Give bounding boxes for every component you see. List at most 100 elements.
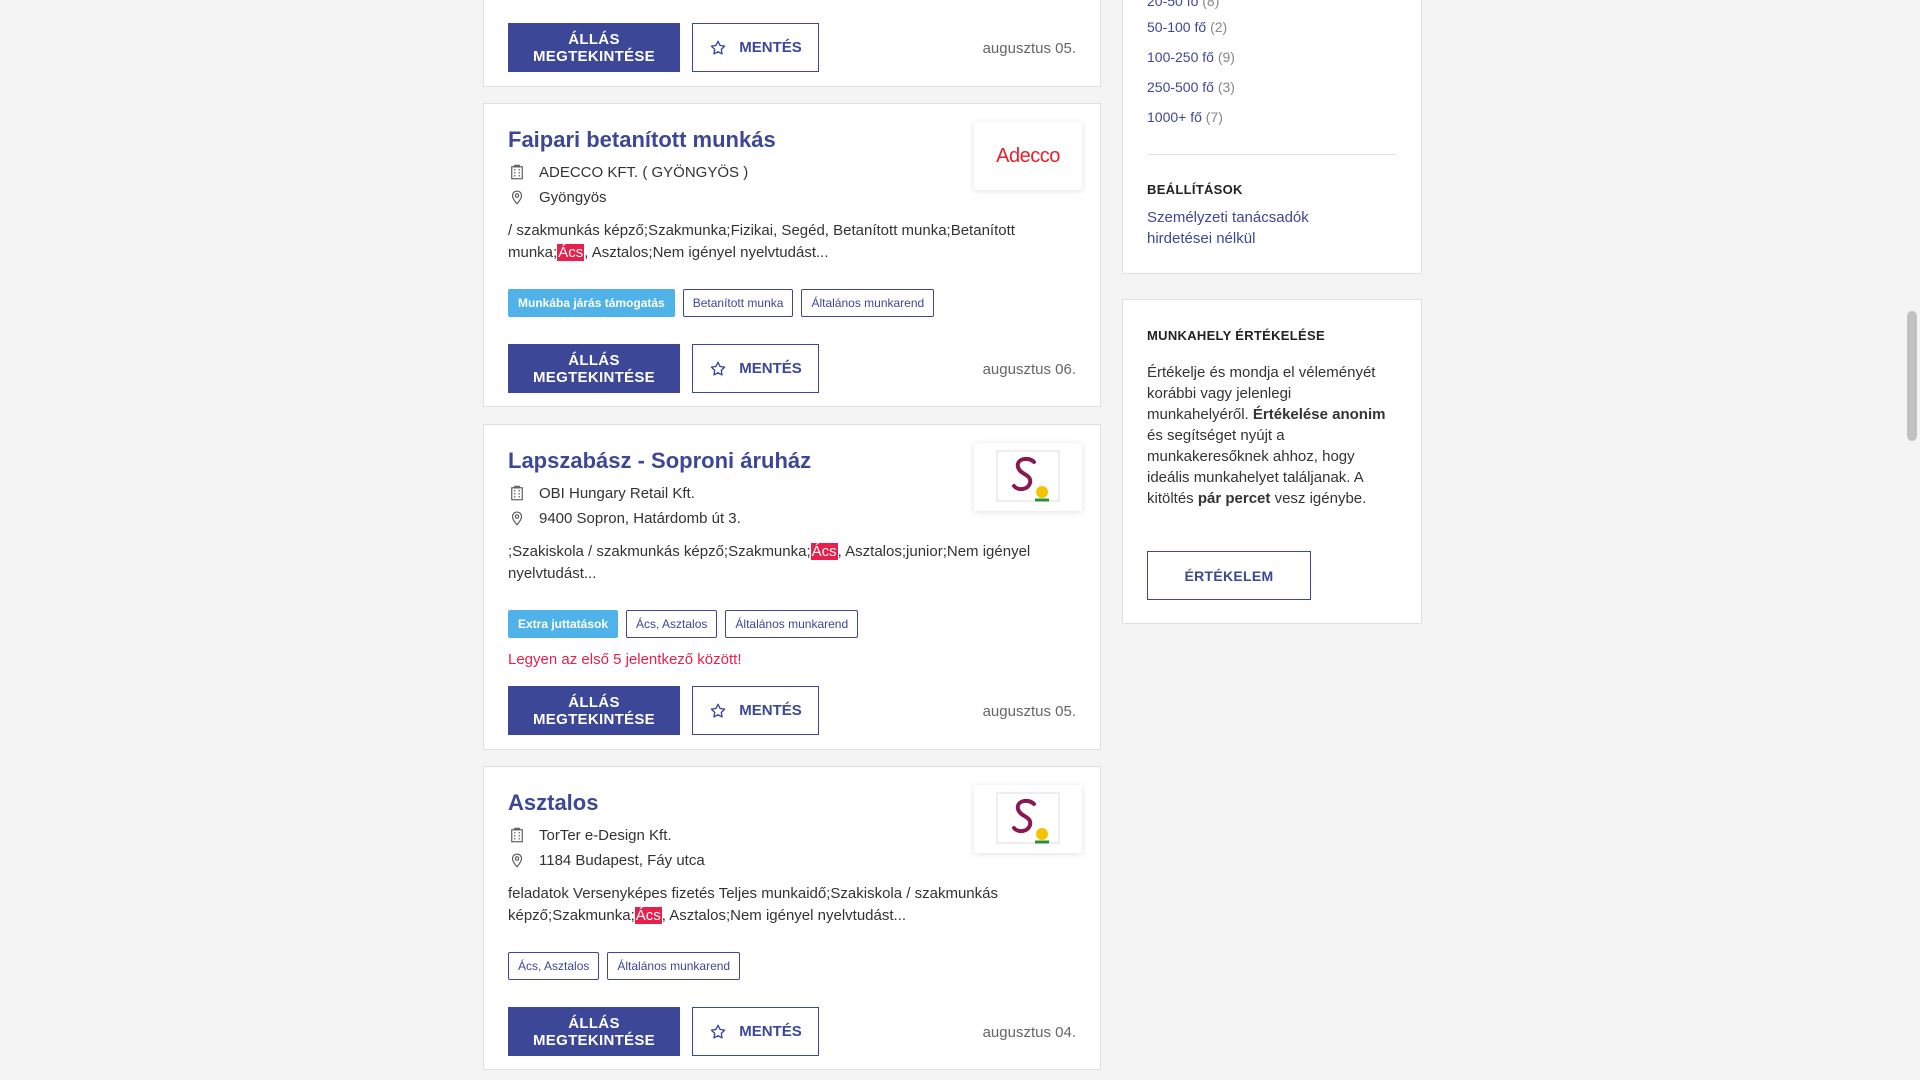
save-job-button[interactable]: MENTÉS [692, 1007, 819, 1056]
job-description: ;Szakiskola / szakmunkás képző;Szakmunka… [508, 541, 1088, 585]
settings-heading: BEÁLLÍTÁSOK [1147, 182, 1243, 197]
review-text-part: vesz igénybe. [1270, 490, 1367, 507]
save-job-button[interactable]: MENTÉS [692, 23, 819, 72]
star-outline-icon [710, 361, 726, 376]
facet-count: (3) [1217, 79, 1235, 95]
company-row: ADECCO KFT. ( GYÖNGYÖS ) [508, 163, 748, 181]
facet-company-size-1000-plus[interactable]: 1000+ fő (7) [1147, 109, 1223, 125]
scrollbar-track[interactable] [1904, 0, 1920, 1080]
tag-commute-support: Munkába járás támogatás [508, 289, 675, 317]
job-description: feladatok Versenyképes fizetés Teljes mu… [508, 883, 1088, 927]
job-card: Faipari betanított munkás Adecco ADECCO … [483, 103, 1101, 407]
tag-list: Ács, Asztalos Általános munkarend [508, 952, 741, 980]
company-name: ADECCO KFT. ( GYÖNGYÖS ) [539, 163, 749, 181]
star-outline-icon [710, 703, 726, 718]
job-location: 9400 Sopron, Határdomb út 3. [539, 509, 741, 527]
tag-category[interactable]: Ács, Asztalos [626, 610, 718, 638]
save-label: MENTÉS [739, 39, 802, 56]
job-card: Asztalos TorTer e-Design Kft. 1184 Budap… [483, 766, 1101, 1070]
search-highlight: Ács [810, 543, 838, 560]
company-logo-image [996, 792, 1060, 844]
view-job-button[interactable]: ÁLLÁS MEGTEKINTÉSE [508, 686, 680, 735]
view-job-button[interactable]: ÁLLÁS MEGTEKINTÉSE [508, 1007, 680, 1056]
tag-list: Extra juttatások Ács, Asztalos Általános… [508, 610, 859, 638]
posted-date: augusztus 04. [982, 1024, 1076, 1041]
tag-category[interactable]: Ács, Asztalos [508, 952, 600, 980]
company-logo-image [996, 450, 1060, 502]
facet-company-size-100-250[interactable]: 100-250 fő (9) [1147, 49, 1235, 65]
company-name: OBI Hungary Retail Kft. [539, 484, 695, 502]
location-row: Gyöngyös [508, 188, 607, 206]
company-name: TorTer e-Design Kft. [539, 826, 672, 844]
tag-list: Munkába járás támogatás Betanított munka… [508, 289, 935, 317]
facet-company-size-250-500[interactable]: 250-500 fő (3) [1147, 79, 1235, 95]
exclude-agencies-link[interactable]: Személyzeti tanácsadók hirdetései nélkül [1147, 207, 1367, 249]
description-text: ;Szakiskola / szakmunkás képző;Szakmunka… [508, 543, 811, 560]
posted-date: augusztus 05. [982, 703, 1076, 720]
star-outline-icon [710, 1024, 726, 1039]
job-title[interactable]: Faipari betanított munkás [508, 127, 776, 153]
facet-count: (2) [1210, 19, 1228, 35]
job-title[interactable]: Lapszabász - Soproni áruház [508, 448, 811, 474]
job-description: / szakmunkás képző;Szakmunka;Fizikai, Se… [508, 220, 1088, 264]
facet-label: 100-250 fő [1147, 49, 1214, 65]
map-pin-icon [511, 190, 523, 205]
posted-date: augusztus 06. [982, 361, 1076, 378]
facet-company-size-50-100[interactable]: 50-100 fő (2) [1147, 19, 1227, 35]
job-location: Gyöngyös [539, 188, 607, 206]
save-label: MENTÉS [739, 360, 802, 377]
facet-label: 20-50 fő [1147, 0, 1199, 9]
star-outline-icon [710, 40, 726, 55]
job-card: ÁLLÁS MEGTEKINTÉSE MENTÉS augusztus 05. [483, 0, 1101, 87]
review-heading: MUNKAHELY ÉRTÉKELÉSE [1147, 328, 1325, 343]
adecco-logo-text: Adecco [996, 144, 1060, 167]
save-job-button[interactable]: MENTÉS [692, 344, 819, 393]
facet-label: 250-500 fő [1147, 79, 1214, 95]
scrollbar-thumb[interactable] [1907, 311, 1917, 441]
tag-extra-benefits: Extra juttatások [508, 610, 619, 638]
save-label: MENTÉS [739, 1023, 802, 1040]
review-description: Értékelje és mondja el véleményét korább… [1147, 362, 1397, 509]
facet-count: (7) [1205, 109, 1223, 125]
building-icon [511, 827, 523, 843]
tag-category[interactable]: Betanított munka [682, 289, 794, 317]
description-text: , Asztalos;Nem igényel nyelvtudást... [584, 244, 829, 261]
description-text: , Asztalos;Nem igényel nyelvtudást... [661, 907, 907, 924]
company-logo[interactable] [974, 443, 1082, 511]
early-applicant-notice: Legyen az első 5 jelentkező között! [508, 651, 742, 668]
map-pin-icon [511, 853, 523, 868]
facet-label: 50-100 fő [1147, 19, 1207, 35]
facet-count: (8) [1202, 0, 1220, 9]
map-pin-icon [511, 511, 523, 526]
divider [1147, 154, 1397, 155]
filter-panel: 20-50 fő (8) 50-100 fő (2) 100-250 fő (9… [1122, 0, 1422, 274]
save-job-button[interactable]: MENTÉS [692, 686, 819, 735]
tag-schedule[interactable]: Általános munkarend [725, 610, 859, 638]
search-highlight: Ács [557, 244, 585, 261]
location-row: 9400 Sopron, Határdomb út 3. [508, 509, 741, 527]
company-logo[interactable] [974, 785, 1082, 853]
job-title[interactable]: Asztalos [508, 790, 598, 816]
company-row: OBI Hungary Retail Kft. [508, 484, 695, 502]
review-text-bold: pár percet [1197, 490, 1271, 507]
facet-label: 1000+ fő [1147, 109, 1202, 125]
search-highlight: Ács [634, 907, 662, 924]
facet-company-size-20-50[interactable]: 20-50 fő (8) [1147, 0, 1219, 9]
review-text-bold: Értékelése anonim [1252, 406, 1386, 423]
posted-date: augusztus 05. [982, 40, 1076, 57]
company-logo[interactable]: Adecco [974, 122, 1082, 190]
location-row: 1184 Budapest, Fáy utca [508, 851, 705, 869]
save-label: MENTÉS [739, 702, 802, 719]
tag-schedule[interactable]: Általános munkarend [801, 289, 935, 317]
tag-schedule[interactable]: Általános munkarend [607, 952, 741, 980]
job-card: Lapszabász - Soproni áruház OBI Hungary … [483, 424, 1101, 750]
building-icon [511, 164, 523, 180]
view-job-button[interactable]: ÁLLÁS MEGTEKINTÉSE [508, 23, 680, 72]
company-row: TorTer e-Design Kft. [508, 826, 672, 844]
job-location: 1184 Budapest, Fáy utca [539, 851, 705, 869]
rate-workplace-button[interactable]: ÉRTÉKELEM [1147, 551, 1311, 600]
workplace-review-panel: MUNKAHELY ÉRTÉKELÉSE Értékelje és mondja… [1122, 299, 1422, 624]
building-icon [511, 485, 523, 501]
facet-count: (9) [1217, 49, 1235, 65]
view-job-button[interactable]: ÁLLÁS MEGTEKINTÉSE [508, 344, 680, 393]
